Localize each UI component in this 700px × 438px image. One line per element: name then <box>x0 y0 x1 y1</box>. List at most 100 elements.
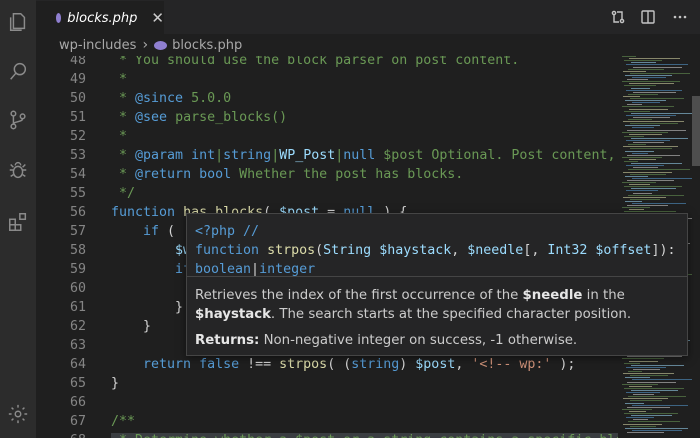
line-number: 66 <box>69 395 86 410</box>
minimap-line <box>624 85 656 87</box>
compare-changes-icon[interactable] <box>608 7 628 27</box>
minimap-line <box>630 425 656 427</box>
minimap-line <box>625 427 688 429</box>
code-text: * <box>111 70 127 89</box>
minimap-line <box>633 91 676 93</box>
minimap-line <box>622 408 652 410</box>
code-text: } <box>111 317 151 336</box>
minimap-line <box>627 205 668 207</box>
minimap-line <box>627 356 682 358</box>
line-number: 51 <box>69 110 86 125</box>
tab-blocks-php[interactable]: blocks.php ✕ <box>36 0 164 35</box>
source-control-icon[interactable] <box>5 107 31 133</box>
code-token: * Determine whether a $post or a string … <box>111 433 618 438</box>
code-token: * <box>111 91 136 106</box>
code-token: !== <box>239 357 280 372</box>
minimap-line <box>630 173 666 175</box>
minimap-line <box>631 87 650 89</box>
code-line[interactable]: 55 */ <box>36 184 618 203</box>
minimap-line <box>623 196 666 198</box>
minimap-line <box>632 152 648 154</box>
signature-token: boolean <box>195 262 252 277</box>
code-line[interactable]: 67 /** <box>36 412 618 431</box>
close-icon[interactable]: ✕ <box>151 9 164 27</box>
minimap-line <box>628 371 642 372</box>
minimap-line <box>623 398 668 400</box>
line-number: 53 <box>69 148 86 163</box>
minimap-line <box>627 381 676 383</box>
breadcrumb-folder[interactable]: wp-includes <box>59 38 136 53</box>
minimap-line <box>633 116 670 118</box>
minimap-line <box>624 135 644 137</box>
line-number: 50 <box>69 91 86 106</box>
signature-token: strpos <box>267 243 316 258</box>
code-text: return false !== strpos( (string) $post,… <box>111 355 575 374</box>
search-icon[interactable] <box>5 58 31 84</box>
minimap-line <box>631 389 678 391</box>
code-line[interactable]: 53 * @param int|string|WP_Post|null $pos… <box>36 146 618 165</box>
minimap-line <box>626 190 658 192</box>
settings-gear-icon[interactable] <box>5 401 31 427</box>
code-line[interactable]: 66 <box>36 393 618 412</box>
split-editor-icon[interactable] <box>638 7 658 27</box>
minimap-line <box>628 194 684 196</box>
more-actions-icon[interactable] <box>670 7 690 27</box>
code-line[interactable]: 50 * @since 5.0.0 <box>36 89 618 108</box>
extensions-icon[interactable] <box>5 209 31 235</box>
minimap-line <box>625 402 644 404</box>
signature-token <box>259 243 267 258</box>
minimap-line <box>632 404 688 406</box>
code-line[interactable]: 48 * You should use the block parser on … <box>36 56 618 70</box>
code-line[interactable]: 65} <box>36 374 618 393</box>
code-token: * <box>111 110 136 125</box>
minimap-line <box>629 360 658 362</box>
code-token: Whether the post has blocks. <box>231 167 464 182</box>
minimap-line <box>626 64 688 66</box>
minimap-line <box>626 89 682 91</box>
signature-token: integer <box>259 262 316 277</box>
minimap-line <box>629 385 652 387</box>
minimap-line <box>627 79 648 81</box>
signature-token: [, <box>523 243 548 258</box>
code-line[interactable]: 54 * @return bool Whether the post has b… <box>36 165 618 184</box>
scrollbar-thumb[interactable] <box>692 96 700 166</box>
minimap-line <box>622 358 664 360</box>
breadcrumb: wp-includes › blocks.php <box>36 34 700 56</box>
minimap-line <box>625 150 654 152</box>
code-token: @see <box>135 110 168 125</box>
code-token: | <box>215 148 224 163</box>
minimap-line <box>624 413 678 414</box>
code-token: ) <box>399 357 416 372</box>
code-line[interactable]: 52 * <box>36 127 618 146</box>
explorer-icon[interactable] <box>5 9 31 35</box>
minimap-line <box>629 209 644 211</box>
code-token: ( ( <box>327 357 352 372</box>
vertical-scrollbar[interactable] <box>692 56 700 438</box>
description-text: Retrieves the index of the first occurre… <box>195 288 523 303</box>
line-number: 52 <box>69 129 86 144</box>
code-line[interactable]: 51 * @see parse_blocks() <box>36 108 618 127</box>
minimap-line <box>623 70 646 72</box>
code-text: */ <box>111 184 135 203</box>
minimap-line <box>631 163 682 165</box>
minimap-line <box>625 175 648 177</box>
code-line[interactable]: 68 * Determine whether a $post or a stri… <box>36 431 618 438</box>
code-line[interactable]: 49 * <box>36 70 618 89</box>
code-text: } <box>111 374 119 393</box>
minimap-line <box>625 100 666 102</box>
minimap-line <box>628 396 686 398</box>
minimap-line <box>625 200 642 202</box>
minimap-line <box>627 104 642 106</box>
minimap-line <box>622 131 668 133</box>
code-line[interactable]: 64 return false !== strpos( (string) $po… <box>36 355 618 374</box>
code-token: * <box>111 72 128 87</box>
minimap-line <box>632 379 694 381</box>
minimap-line <box>623 171 672 173</box>
debug-icon[interactable] <box>5 157 31 183</box>
breadcrumb-file[interactable]: blocks.php <box>172 38 242 53</box>
